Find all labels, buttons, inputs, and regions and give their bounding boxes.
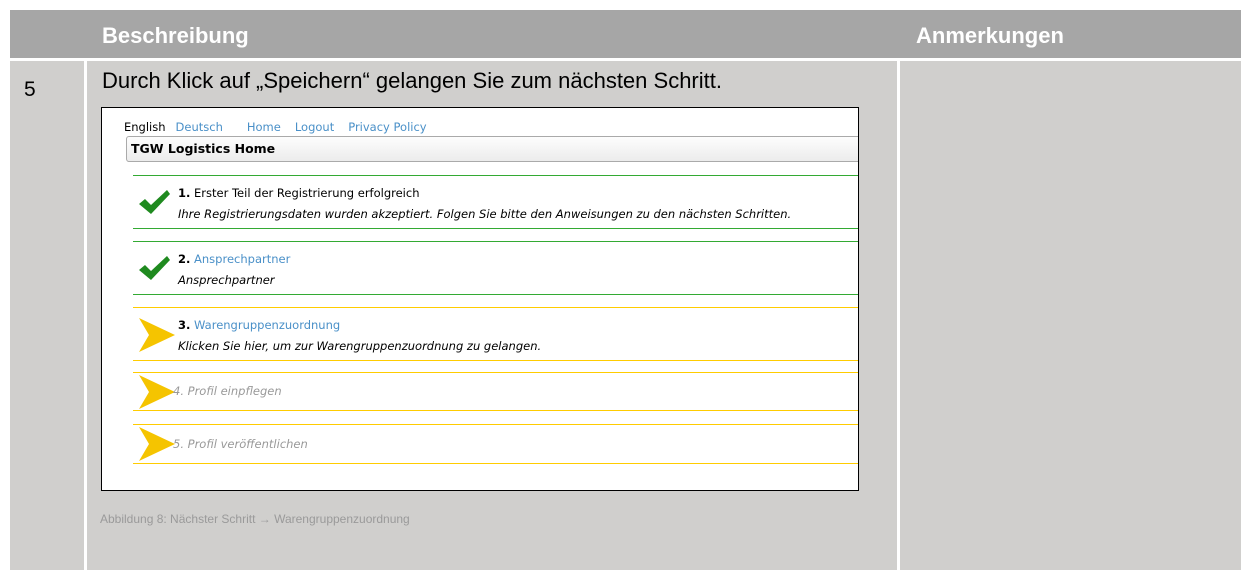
checkmark-icon — [139, 256, 170, 280]
step-title: 1. Erster Teil der Registrierung erfolgr… — [178, 186, 420, 200]
page-title: TGW Logistics Home — [131, 141, 276, 156]
step-title: 2. Ansprechpartner — [178, 252, 291, 266]
step-label: 5. Profil veröffentlichen — [173, 437, 308, 451]
table-row: 5 Durch Klick auf „Speichern“ gelangen S… — [10, 61, 1241, 570]
nav-english[interactable]: English — [124, 120, 166, 134]
header-description: Beschreibung — [102, 23, 249, 48]
step-description: Ihre Registrierungsdaten wurden akzeptie… — [178, 207, 792, 221]
step-item: 4. Profil einpflegen — [133, 372, 858, 411]
header-notes: Anmerkungen — [916, 23, 1064, 48]
step-item: 2. Ansprechpartner Ansprechpartner — [133, 241, 858, 295]
nav-deutsch[interactable]: Deutsch — [176, 120, 223, 134]
step-number-cell: 5 — [10, 61, 84, 570]
step-item: 1. Erster Teil der Registrierung erfolgr… — [133, 175, 858, 229]
arrow-right-icon — [139, 427, 175, 461]
step-description: Klicken Sie hier, um zur Warengruppenzuo… — [178, 339, 542, 353]
step-item[interactable]: 3. Warengruppenzuordnung Klicken Sie hie… — [133, 307, 858, 361]
step-label: 4. Profil einpflegen — [173, 384, 282, 398]
nav-privacy-policy[interactable]: Privacy Policy — [348, 120, 426, 134]
step-item: 5. Profil veröffentlichen — [133, 424, 858, 464]
top-nav: English Deutsch Home Logout Privacy Policy — [124, 120, 441, 134]
step-title: 3. Warengruppenzuordnung — [178, 318, 341, 332]
step-link-ansprechpartner[interactable]: Ansprechpartner — [194, 252, 290, 266]
step-description: Ansprechpartner — [178, 273, 275, 287]
nav-logout[interactable]: Logout — [295, 120, 334, 134]
table-header: Beschreibung Anmerkungen — [10, 10, 1241, 58]
description-text: Durch Klick auf „Speichern“ gelangen Sie… — [102, 68, 722, 93]
page-title-bar: TGW Logistics Home — [126, 136, 858, 162]
arrow-right-icon — [139, 318, 175, 352]
figure-caption: Abbildung 8: Nächster Schritt → Warengru… — [100, 512, 410, 526]
step-number: 5 — [24, 78, 36, 101]
step-link-warengruppenzuordnung[interactable]: Warengruppenzuordnung — [194, 318, 340, 332]
description-cell: Durch Klick auf „Speichern“ gelangen Sie… — [87, 61, 897, 570]
arrow-right-icon — [139, 375, 175, 409]
nav-home[interactable]: Home — [247, 120, 281, 134]
notes-cell — [900, 61, 1241, 570]
checkmark-icon — [139, 190, 170, 214]
embedded-screenshot: English Deutsch Home Logout Privacy Policy T… — [101, 107, 859, 491]
